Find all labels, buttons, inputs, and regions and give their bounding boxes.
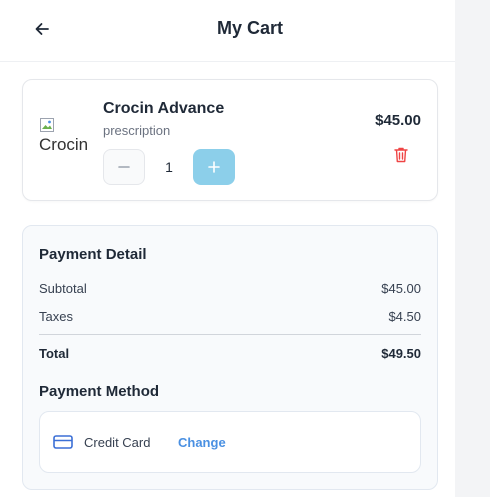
change-payment-method-link[interactable]: Change	[178, 435, 226, 450]
quantity-value: 1	[165, 159, 173, 175]
credit-card-icon	[53, 435, 73, 449]
cart-screen: My Cart Crocin Crocin Advance prescripti…	[0, 0, 455, 497]
payment-detail-section: Payment Detail Subtotal $45.00 Taxes $4.…	[22, 225, 438, 490]
taxes-label: Taxes	[39, 309, 73, 324]
product-image-alt-text: Crocin	[39, 135, 87, 154]
quantity-stepper: 1	[103, 149, 235, 185]
subtotal-value: $45.00	[381, 281, 421, 296]
divider	[39, 334, 421, 335]
total-label: Total	[39, 346, 70, 361]
header-bar: My Cart	[0, 0, 455, 62]
taxes-row: Taxes $4.50	[39, 309, 421, 324]
product-subtitle: prescription	[103, 123, 171, 138]
background-strip	[455, 0, 490, 497]
minus-icon	[118, 166, 130, 168]
total-row: Total $49.50	[39, 346, 421, 361]
decrease-quantity-button[interactable]	[103, 149, 145, 185]
subtotal-label: Subtotal	[39, 281, 87, 296]
plus-icon	[208, 161, 220, 173]
page-title: My Cart	[216, 18, 283, 38]
subtotal-row: Subtotal $45.00	[39, 281, 421, 296]
delete-item-button[interactable]	[393, 146, 409, 164]
increase-quantity-button[interactable]	[193, 149, 235, 185]
cart-item: Crocin Crocin Advance prescription 1 $45…	[22, 79, 438, 201]
broken-image-icon	[40, 118, 54, 132]
product-name: Crocin Advance	[103, 100, 225, 117]
item-price: $45.00	[375, 112, 421, 129]
trash-icon	[394, 147, 408, 163]
product-image: Crocin	[39, 117, 87, 161]
payment-method-title: Payment Method	[39, 383, 160, 400]
taxes-value: $4.50	[388, 309, 421, 324]
payment-detail-title: Payment Detail	[39, 246, 147, 263]
payment-method-card: Credit Card Change	[39, 411, 421, 473]
total-value: $49.50	[381, 346, 421, 361]
payment-method-label: Credit Card	[84, 435, 151, 450]
